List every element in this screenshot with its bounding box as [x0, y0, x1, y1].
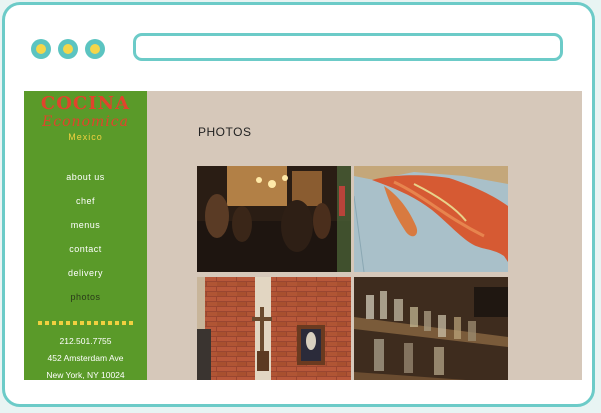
window-controls — [31, 39, 105, 59]
logo-text-mexico: Mexico — [68, 132, 103, 142]
bottle-shelf-photo[interactable] — [354, 277, 508, 380]
restaurant-interior-photo[interactable] — [197, 166, 351, 272]
address-line-2: New York, NY 10024 — [46, 370, 125, 380]
address-line-1: 452 Amsterdam Ave — [47, 353, 124, 363]
nav-item-about-us[interactable]: about us — [24, 165, 147, 189]
window-dot-icon[interactable] — [85, 39, 105, 59]
nav-item-photos[interactable]: photos — [24, 285, 147, 309]
nav-item-chef[interactable]: chef — [24, 189, 147, 213]
nav-item-delivery[interactable]: delivery — [24, 261, 147, 285]
phone-number: 212.501.7755 — [59, 336, 112, 346]
window-dot-icon[interactable] — [58, 39, 78, 59]
site-logo[interactable]: COCINA Economica Mexico — [24, 95, 147, 143]
page-viewport: COCINA Economica Mexico about us chef me… — [24, 91, 582, 380]
mexico-map-image — [354, 166, 508, 272]
mexico-map-photo[interactable] — [354, 166, 508, 272]
address-bar[interactable] — [133, 33, 563, 61]
photo-gallery — [197, 166, 509, 380]
brick-wall-altar-photo[interactable] — [197, 277, 351, 380]
logo-text-economica: Economica — [42, 114, 129, 130]
page-title: PHOTOS — [198, 125, 252, 139]
logo-text-cocina: COCINA — [40, 93, 131, 114]
window-dot-icon[interactable] — [31, 39, 51, 59]
nav-item-menus[interactable]: menus — [24, 213, 147, 237]
sidebar-nav: about us chef menus contact delivery pho… — [24, 165, 147, 309]
brick-wall-altar-image — [197, 277, 351, 380]
contact-info: 212.501.7755 452 Amsterdam Ave New York,… — [24, 333, 147, 380]
zigzag-divider — [38, 321, 134, 325]
restaurant-interior-image — [197, 166, 351, 272]
nav-item-contact[interactable]: contact — [24, 237, 147, 261]
sidebar: COCINA Economica Mexico about us chef me… — [24, 91, 147, 380]
browser-window: COCINA Economica Mexico about us chef me… — [2, 2, 595, 407]
bottle-shelf-image — [354, 277, 508, 380]
